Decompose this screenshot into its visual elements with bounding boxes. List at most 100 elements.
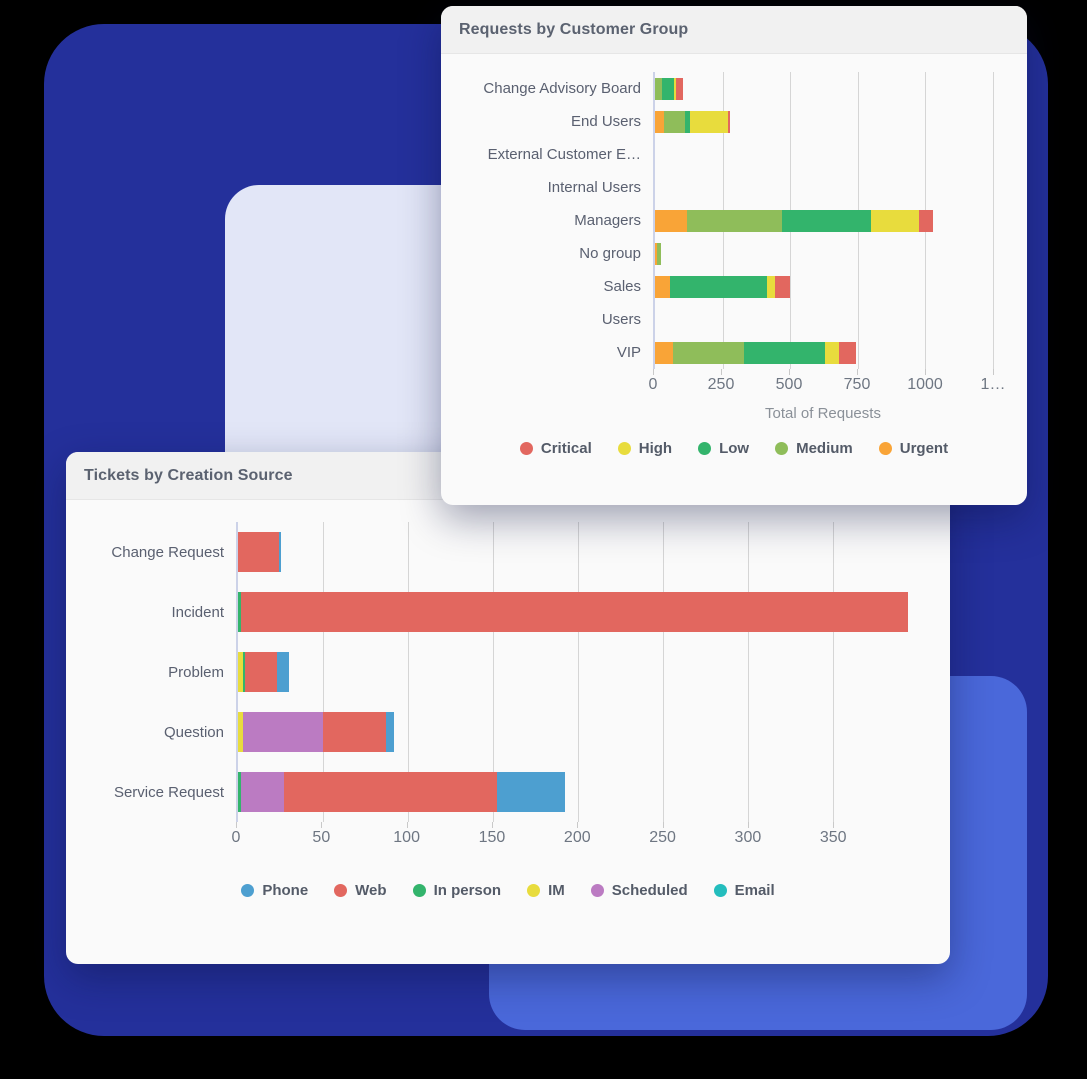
- bar-segment[interactable]: [767, 275, 776, 298]
- plot-area-tickets: [236, 522, 910, 822]
- category-label: Question: [163, 723, 224, 741]
- bar-row[interactable]: [655, 77, 993, 100]
- axis-tick-label: 50: [312, 829, 331, 846]
- category-label: Change Advisory Board: [483, 80, 641, 97]
- bar-row[interactable]: [238, 532, 910, 572]
- category-label: VIP: [616, 344, 641, 361]
- bar-row[interactable]: [238, 772, 910, 812]
- stacked-bar[interactable]: [655, 177, 993, 199]
- bar-segment[interactable]: [871, 209, 919, 232]
- legend-color-dot: [590, 884, 604, 897]
- bar-segment[interactable]: [655, 209, 688, 232]
- bar-segment[interactable]: [323, 712, 386, 752]
- legend-item[interactable]: IM: [527, 882, 565, 899]
- bar-row[interactable]: [238, 592, 910, 632]
- bar-row[interactable]: [655, 110, 993, 133]
- bar-segment[interactable]: [655, 275, 670, 298]
- bar-segment[interactable]: [669, 275, 768, 298]
- dashboard-screenshot: Tickets by Creation Source Change Reques…: [0, 0, 1087, 1079]
- bar-row[interactable]: [655, 309, 993, 331]
- bar-row[interactable]: [655, 144, 993, 166]
- stacked-bar[interactable]: [238, 712, 910, 752]
- bar-segment[interactable]: [782, 209, 872, 232]
- legend-item[interactable]: High: [617, 440, 672, 457]
- bar-segment[interactable]: [496, 772, 565, 812]
- legend-item[interactable]: Email: [713, 882, 775, 899]
- card-body-requests: Change Advisory Board End Users External C…: [441, 54, 1027, 457]
- bar-row[interactable]: [655, 275, 993, 298]
- legend-label: IM: [548, 882, 565, 899]
- bar-segment[interactable]: [661, 77, 674, 100]
- axis-tick-label: 750: [843, 376, 871, 393]
- bar-segment[interactable]: [838, 341, 857, 364]
- bar-row[interactable]: [655, 341, 993, 364]
- bar-segment[interactable]: [277, 652, 289, 692]
- axis-tick: [406, 822, 408, 828]
- legend-color-dot: [334, 884, 348, 897]
- bar-segment[interactable]: [278, 532, 281, 572]
- axis-tick-label: 1…: [980, 376, 1006, 393]
- chart-requests-by-customer-group: Change Advisory Board End Users External C…: [441, 54, 1027, 457]
- bar-segment[interactable]: [690, 110, 728, 133]
- bar-segment[interactable]: [825, 341, 839, 364]
- stacked-bar[interactable]: [238, 592, 910, 632]
- legend-tickets: Phone Web In person IM Scheduled Email: [66, 882, 950, 899]
- bar-segment[interactable]: [283, 772, 497, 812]
- bar-segment[interactable]: [243, 712, 324, 752]
- stacked-bar[interactable]: [655, 110, 993, 133]
- card-title-requests: Requests by Customer Group: [459, 21, 689, 38]
- x-axis-title-requests: Total of Requests: [765, 405, 881, 422]
- axis-tick-label: 250: [707, 376, 735, 393]
- legend-item[interactable]: Web: [334, 882, 387, 899]
- axis-tick: [491, 822, 493, 828]
- bar-row[interactable]: [655, 209, 993, 232]
- axis-tick: [577, 822, 579, 828]
- axis-tick: [925, 369, 926, 375]
- legend-item[interactable]: Urgent: [878, 440, 948, 457]
- bar-segment[interactable]: [244, 652, 278, 692]
- gridline: [993, 72, 994, 369]
- stacked-bar[interactable]: [238, 532, 910, 572]
- axis-tick-label: 500: [775, 376, 803, 393]
- bar-segment[interactable]: [664, 110, 685, 133]
- stacked-bar[interactable]: [655, 341, 993, 364]
- bar-row[interactable]: [238, 712, 910, 752]
- stacked-bar[interactable]: [655, 77, 993, 100]
- bar-segment[interactable]: [687, 209, 783, 232]
- legend-item[interactable]: Critical: [519, 440, 592, 457]
- stacked-bar[interactable]: [655, 275, 993, 298]
- bar-segment[interactable]: [655, 77, 662, 100]
- bar-segment[interactable]: [241, 592, 909, 632]
- bar-row[interactable]: [655, 177, 993, 199]
- bar-segment[interactable]: [727, 110, 731, 133]
- stacked-bar[interactable]: [655, 309, 993, 331]
- bar-segment[interactable]: [241, 772, 284, 812]
- bar-segment[interactable]: [918, 209, 934, 232]
- stacked-bar[interactable]: [238, 652, 910, 692]
- stacked-bar[interactable]: [655, 144, 993, 166]
- bar-row[interactable]: [238, 652, 910, 692]
- bar-segment[interactable]: [655, 110, 665, 133]
- stacked-bar[interactable]: [238, 772, 910, 812]
- bar-row[interactable]: [655, 242, 993, 265]
- stacked-bar[interactable]: [655, 209, 993, 232]
- stacked-bar[interactable]: [655, 242, 993, 265]
- legend-item[interactable]: Medium: [775, 440, 853, 457]
- bar-segment[interactable]: [657, 242, 661, 265]
- bar-segment[interactable]: [672, 341, 745, 364]
- axis-tick: [833, 822, 835, 828]
- legend-item[interactable]: Low: [698, 440, 749, 457]
- legend-item[interactable]: Scheduled: [590, 882, 688, 899]
- bar-segment[interactable]: [385, 712, 395, 752]
- axis-tick-label: 0: [648, 376, 658, 393]
- bar-segment[interactable]: [676, 77, 683, 100]
- bar-segment[interactable]: [238, 532, 279, 572]
- card-header-requests: Requests by Customer Group: [441, 6, 1027, 54]
- legend-item[interactable]: In person: [412, 882, 501, 899]
- legend-label: Medium: [796, 440, 853, 457]
- bar-segment[interactable]: [775, 275, 791, 298]
- axis-tick-label: 150: [478, 829, 506, 846]
- bar-segment[interactable]: [655, 341, 673, 364]
- bar-segment[interactable]: [744, 341, 826, 364]
- legend-item[interactable]: Phone: [241, 882, 308, 899]
